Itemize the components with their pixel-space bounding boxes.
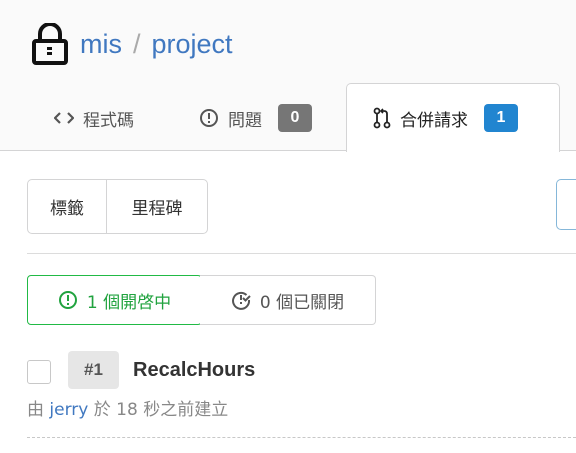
tab-issues-label: 問題 — [228, 110, 262, 131]
repo-name-link[interactable]: project — [152, 29, 233, 60]
issues-count-badge: 0 — [278, 104, 312, 132]
pull-request-number: #1 — [68, 351, 119, 389]
issue-closed-icon — [231, 290, 251, 310]
tab-issues[interactable]: 問題 0 — [199, 84, 312, 152]
open-state-label: 1 個開啓中 — [86, 292, 172, 313]
repo-header: mis / project 程式碼 問題 0 合併請求 1 — [0, 0, 576, 152]
divider — [27, 253, 576, 254]
open-state-filter[interactable]: 1 個開啓中 — [27, 275, 202, 325]
milestones-button[interactable]: 里程碑 — [107, 180, 207, 233]
lock-icon — [32, 23, 68, 65]
pull-requests-count-badge: 1 — [484, 104, 518, 132]
closed-state-filter[interactable]: 0 個已關閉 — [200, 275, 376, 325]
select-checkbox[interactable] — [27, 360, 51, 384]
git-pull-request-icon — [373, 107, 391, 129]
search-input[interactable] — [556, 179, 576, 230]
repo-title: mis / project — [32, 22, 233, 66]
pull-request-meta: 由 jerry 於 18 秒之前建立 — [27, 397, 228, 423]
issue-opened-icon — [199, 108, 219, 128]
tab-pull-requests-label: 合併請求 — [400, 110, 468, 131]
issue-opened-icon — [58, 290, 78, 310]
labels-button[interactable]: 標籤 — [28, 180, 107, 233]
tab-pull-requests[interactable]: 合併請求 1 — [346, 83, 560, 152]
meta-prefix: 由 — [27, 400, 44, 420]
tab-code[interactable]: 程式碼 — [54, 84, 134, 152]
filter-button-group: 標籤 里程碑 — [27, 179, 208, 234]
repo-owner-link[interactable]: mis — [80, 29, 122, 60]
pull-request-title[interactable]: RecalcHours — [133, 355, 255, 385]
tab-code-label: 程式碼 — [83, 110, 134, 131]
list-divider — [27, 437, 576, 438]
code-icon — [54, 110, 74, 126]
meta-suffix: 於 18 秒之前建立 — [93, 400, 229, 420]
repo-separator: / — [133, 28, 141, 59]
author-link[interactable]: jerry — [49, 400, 88, 420]
closed-state-label: 0 個已關閉 — [259, 292, 345, 313]
